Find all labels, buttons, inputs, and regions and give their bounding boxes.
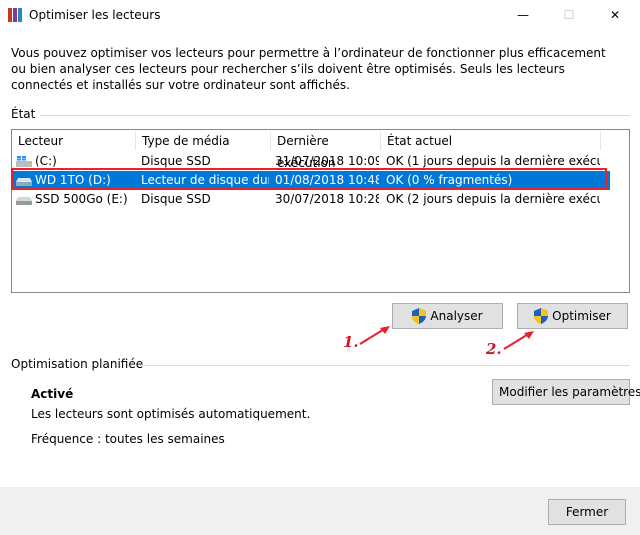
description-text: Vous pouvez optimiser vos lecteurs pour … bbox=[11, 46, 606, 92]
state-divider bbox=[40, 115, 630, 116]
footer: Fermer bbox=[0, 487, 640, 535]
drive-row-e[interactable]: SSD 500Go (E:) Disque SSD 30/07/2018 10:… bbox=[13, 190, 610, 209]
window-title: Optimiser les lecteurs bbox=[29, 8, 161, 22]
drive-list[interactable]: Lecteur Type de média Dernière exécution… bbox=[11, 129, 630, 293]
close-button-label: Fermer bbox=[565, 505, 609, 519]
uac-shield-icon bbox=[412, 308, 427, 324]
scheduled-description: Les lecteurs sont optimisés automatiquem… bbox=[31, 407, 311, 421]
current-status: OK (2 jours depuis la dernière exécuti bbox=[386, 192, 600, 206]
highlight-box bbox=[11, 168, 607, 190]
main-content: Vous pouvez optimiser vos lecteurs pour … bbox=[0, 31, 640, 487]
modify-settings-label: Modifier les paramètres bbox=[499, 385, 640, 399]
annotation-arrow-2-icon bbox=[503, 331, 534, 350]
column-header-current-status[interactable]: État actuel bbox=[381, 130, 599, 152]
optimize-button-label: Optimiser bbox=[552, 309, 611, 323]
windows-drive-icon bbox=[16, 156, 32, 167]
modify-settings-button[interactable]: Modifier les paramètres bbox=[492, 379, 640, 405]
defrag-app-icon bbox=[8, 8, 22, 22]
column-header-media-type[interactable]: Type de média bbox=[136, 130, 270, 152]
annotation-step-2: 2. bbox=[486, 340, 502, 358]
column-separator[interactable] bbox=[600, 132, 601, 150]
scheduled-frequency: Fréquence : toutes les semaines bbox=[31, 432, 225, 446]
scheduled-divider bbox=[140, 365, 630, 366]
last-run: 30/07/2018 10:28 bbox=[275, 192, 379, 206]
analyze-button-label: Analyser bbox=[430, 309, 483, 323]
hdd-drive-icon bbox=[16, 197, 32, 205]
column-header-last-run[interactable]: Dernière exécution bbox=[271, 130, 380, 170]
analyze-button[interactable]: Analyser bbox=[392, 303, 503, 329]
minimize-button[interactable]: — bbox=[500, 0, 546, 31]
maximize-button: ☐ bbox=[563, 8, 575, 22]
media-type: Disque SSD bbox=[141, 192, 211, 206]
scheduled-section-label: Optimisation planifiée bbox=[11, 357, 144, 371]
annotation-arrow-1-icon bbox=[359, 326, 390, 345]
state-section-label: État bbox=[11, 107, 36, 121]
uac-shield-icon bbox=[534, 308, 549, 324]
close-window-button[interactable]: ✕ bbox=[592, 0, 638, 31]
scheduled-status: Activé bbox=[31, 387, 74, 401]
close-button[interactable]: Fermer bbox=[548, 499, 626, 525]
drive-name: SSD 500Go (E:) bbox=[35, 192, 128, 206]
optimize-button[interactable]: Optimiser bbox=[517, 303, 628, 329]
annotation-step-1: 1. bbox=[343, 333, 359, 351]
title-bar: Optimiser les lecteurs — ☐ ✕ bbox=[0, 0, 640, 31]
column-header-drive[interactable]: Lecteur bbox=[12, 130, 135, 152]
